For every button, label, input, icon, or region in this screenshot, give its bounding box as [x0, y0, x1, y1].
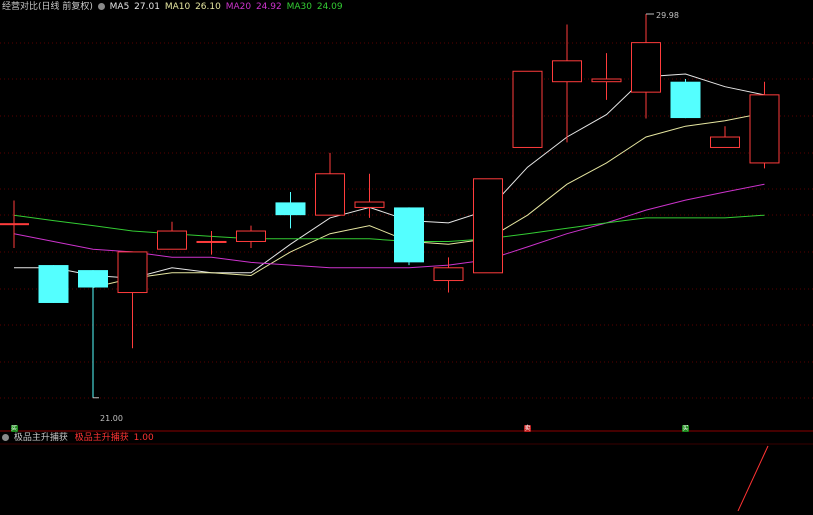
candle-body-up — [512, 70, 543, 148]
candle-body-down — [275, 202, 306, 216]
legend-ma30-name: MA30 — [286, 2, 312, 12]
candle-body-down — [394, 207, 424, 263]
ma-line-ma10 — [92, 112, 765, 288]
candle-body-up — [552, 60, 582, 83]
legend-ma10-value: 26.10 — [195, 2, 221, 12]
chart-legend: 经营对比(日线 前复权) MA5 27.01 MA10 26.10 MA20 2… — [2, 0, 345, 14]
legend-ma5-value: 27.01 — [134, 2, 160, 12]
low-price-label: 21.00 — [100, 414, 123, 424]
candle-body-down — [670, 81, 701, 119]
candle-body-down — [78, 270, 108, 288]
indicator-series-line — [737, 445, 769, 512]
indicator-series-label: 极品主升捕获 — [74, 433, 129, 443]
high-price-label: 29.98 — [656, 11, 679, 21]
indicator-legend: 极品主升捕获 极品主升捕获 1.00 — [2, 432, 154, 444]
candle-body-up — [236, 230, 266, 242]
candle-body-up — [591, 78, 622, 83]
candle-body-up — [433, 267, 464, 282]
candle-body-up — [631, 42, 661, 93]
indicator-settings-dot-icon[interactable] — [2, 434, 9, 441]
legend-title: 经营对比(日线 前复权) — [2, 2, 93, 12]
candle-body-up — [0, 223, 29, 226]
legend-ma30-value: 24.09 — [316, 2, 343, 12]
candle-body-up — [157, 230, 187, 250]
low-price-value: 21.00 — [100, 414, 123, 423]
legend-ma10-name: MA10 — [164, 2, 191, 12]
candle-body-up — [196, 240, 227, 243]
candle-body-up — [473, 178, 503, 274]
candle-body-up — [710, 136, 740, 148]
settings-dot-icon[interactable] — [97, 3, 105, 10]
candle-body-up — [117, 251, 148, 294]
candle-body-up — [354, 201, 385, 208]
indicator-name: 极品主升捕获 — [13, 433, 68, 443]
indicator-series-value: 1.00 — [133, 433, 154, 443]
legend-ma20-name: MA20 — [225, 2, 252, 12]
candle-body-up — [315, 173, 345, 216]
signal-marker[interactable]: 卖 — [524, 425, 531, 432]
signal-marker[interactable]: 买 — [682, 425, 689, 432]
ma-line-ma30 — [13, 214, 765, 242]
candle-body-up — [749, 94, 780, 164]
legend-ma5-name: MA5 — [109, 2, 130, 12]
high-price-value: 29.98 — [656, 11, 679, 20]
ma-line-ma5 — [14, 73, 765, 279]
signal-marker[interactable]: 买 — [10, 425, 18, 432]
candle-body-down — [38, 265, 69, 303]
legend-ma20-value: 24.92 — [255, 2, 282, 12]
